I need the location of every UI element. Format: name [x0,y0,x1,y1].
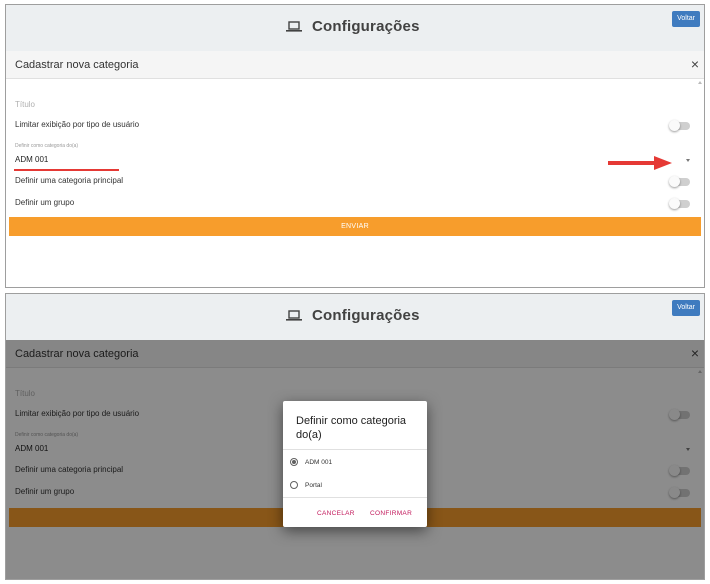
group-toggle[interactable] [669,198,690,209]
back-button[interactable]: Voltar [672,300,700,316]
dialog-title: Cadastrar nova categoria [15,59,139,71]
radio-selected-icon[interactable] [290,458,298,466]
modal-title: Definir como categoria do(a) [296,415,407,441]
dropdown-arrow-icon[interactable] [686,159,690,162]
category-select-caption: Definir como categoria do(a) [15,143,79,149]
page-title-text: Configurações [312,18,420,35]
laptop-icon [286,21,302,32]
close-icon[interactable]: × [691,56,699,72]
radio-unselected-icon[interactable] [290,481,298,489]
page-title-text: Configurações [312,307,420,324]
red-arrow-icon [608,156,672,175]
option-label: Portal [305,481,322,489]
option-adm-001[interactable]: ADM 001 [290,458,332,466]
modal-divider-top [283,449,427,450]
main-category-toggle[interactable] [669,176,690,187]
dialog-titlebar: Cadastrar nova categoria × [6,51,704,79]
option-portal[interactable]: Portal [290,481,322,489]
option-label: ADM 001 [305,458,333,466]
group-label: Definir um grupo [15,198,75,207]
title-input[interactable]: Título [15,100,35,109]
app-header: Configurações Voltar [6,294,704,340]
toggle-knob [669,198,680,209]
annotation-underline [14,169,119,171]
category-select[interactable]: ADM 001 [15,155,48,164]
screenshot-panel-top: Configurações Voltar Cadastrar nova cate… [5,4,705,288]
toggle-knob [669,120,680,131]
modal-divider-bottom [283,497,427,498]
submit-button[interactable]: ENVIAR [9,217,701,236]
category-form: Título Limitar exibição por tipo de usuá… [6,80,704,287]
back-button[interactable]: Voltar [672,11,700,27]
scroll-up-icon[interactable] [698,81,702,84]
confirm-button[interactable]: CONFIRMAR [370,510,412,517]
limit-user-type-label: Limitar exibição por tipo de usuário [15,120,140,129]
limit-user-type-toggle[interactable] [669,120,690,131]
page-title: Configurações [286,307,420,324]
cancel-button[interactable]: CANCELAR [317,510,355,517]
laptop-icon [286,310,302,321]
main-category-label: Definir uma categoria principal [15,176,124,185]
page-title: Configurações [286,18,420,35]
screenshot-panel-bottom: Configurações Voltar Cadastrar nova cate… [5,293,705,580]
app-header: Configurações Voltar [6,5,704,51]
category-modal: Definir como categoria do(a) ADM 001 Por… [283,401,427,527]
toggle-knob [669,176,680,187]
